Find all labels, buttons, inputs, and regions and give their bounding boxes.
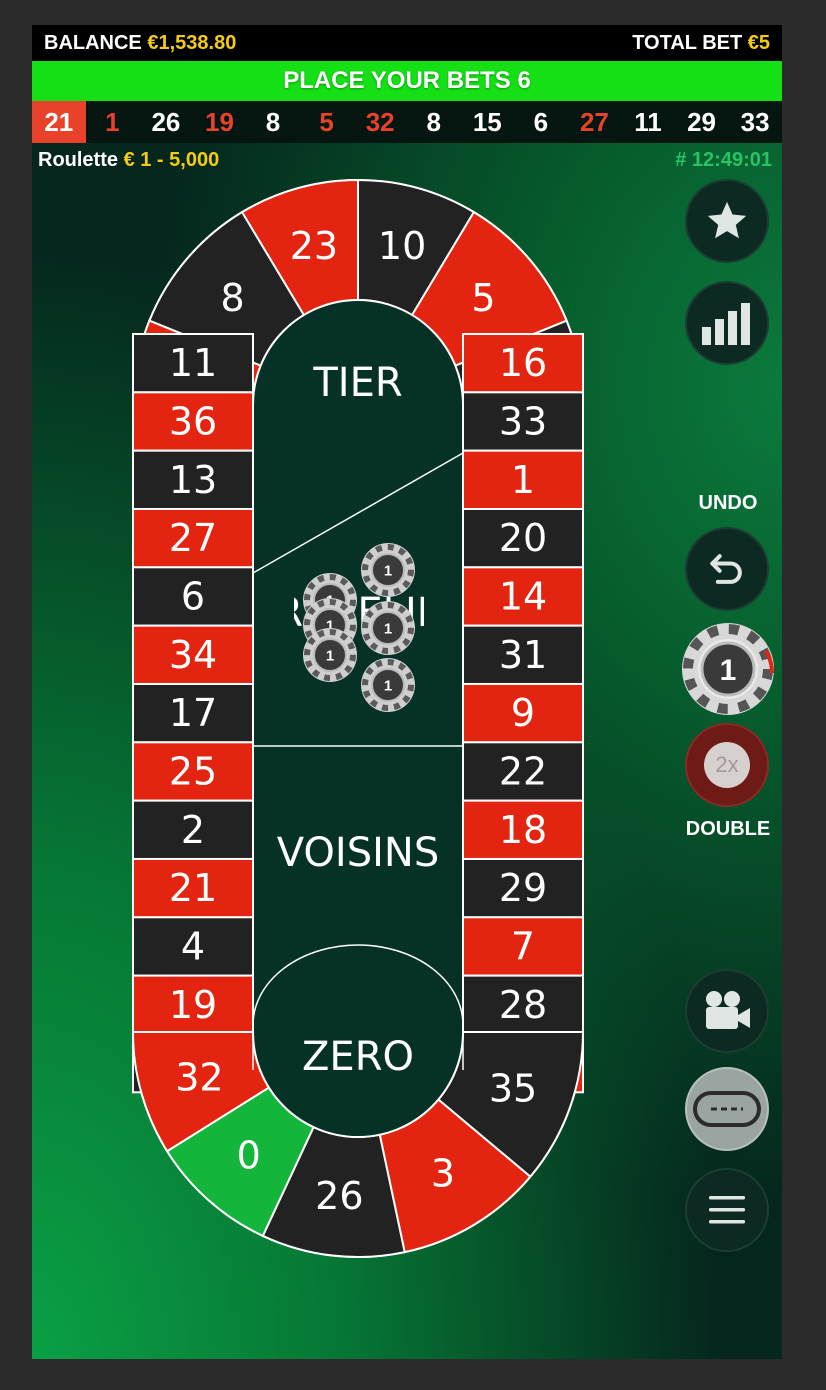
racetrack-number[interactable]: 17	[169, 691, 217, 735]
racetrack-number[interactable]: 8	[220, 276, 244, 320]
racetrack-number[interactable]: 29	[499, 866, 547, 910]
undo-button[interactable]	[685, 527, 769, 611]
section-voisins[interactable]: VOISINS	[277, 830, 439, 876]
racetrack-number[interactable]: 9	[511, 691, 535, 735]
racetrack-number[interactable]: 11	[169, 341, 217, 385]
racetrack-number[interactable]: 28	[499, 983, 547, 1027]
racetrack-number[interactable]: 26	[315, 1174, 363, 1218]
racetrack-number[interactable]: 0	[237, 1134, 261, 1178]
chip-value: 1	[720, 654, 737, 687]
racetrack-inner	[252, 299, 464, 1138]
racetrack-number[interactable]: 18	[499, 808, 547, 852]
racetrack: 8231053011361327634172522141915241633120…	[131, 178, 585, 1258]
racetrack-number[interactable]: 6	[181, 574, 205, 618]
racetrack-toggle-button[interactable]	[685, 1067, 769, 1151]
menu-button[interactable]	[685, 1168, 769, 1252]
chip-icon: 1	[682, 623, 775, 715]
racetrack-number[interactable]: 34	[169, 633, 217, 677]
racetrack-number[interactable]: 20	[499, 516, 547, 560]
racetrack-number[interactable]: 36	[169, 399, 217, 443]
racetrack-number[interactable]: 2	[181, 808, 205, 852]
placed-chip-value: 1	[384, 621, 392, 638]
racetrack-number[interactable]: 31	[499, 633, 547, 677]
video-button[interactable]	[685, 969, 769, 1053]
racetrack-number[interactable]: 7	[511, 924, 535, 968]
game-frame: BALANCE €1,538.80 TOTAL BET €5 PLACE YOU…	[32, 25, 782, 1359]
placed-chip[interactable]: 1	[361, 601, 415, 655]
star-icon	[707, 201, 747, 239]
racetrack-number[interactable]: 27	[169, 516, 217, 560]
undo-icon	[710, 554, 742, 584]
racetrack-number[interactable]: 21	[169, 866, 217, 910]
menu-icon	[709, 1196, 745, 1224]
racetrack-icon	[693, 1091, 761, 1127]
placed-chip-value: 1	[384, 678, 392, 695]
racetrack-number[interactable]: 16	[499, 341, 547, 385]
racetrack-number[interactable]: 19	[169, 983, 217, 1027]
racetrack-number[interactable]: 25	[169, 749, 217, 793]
placed-chip-value: 1	[326, 648, 334, 665]
double-badge: 2x	[704, 742, 750, 788]
double-label: DOUBLE	[685, 818, 771, 840]
video-camera-icon	[706, 991, 750, 1029]
placed-chip-value: 1	[384, 563, 392, 580]
double-button[interactable]: 2x	[685, 723, 769, 807]
racetrack-number[interactable]: 23	[290, 224, 338, 268]
placed-chip[interactable]: 1	[361, 543, 415, 597]
placed-chip[interactable]: 1	[303, 628, 357, 682]
racetrack-number[interactable]: 4	[181, 924, 205, 968]
racetrack-number[interactable]: 13	[169, 458, 217, 502]
racetrack-number[interactable]: 1	[511, 458, 535, 502]
undo-label: UNDO	[698, 492, 758, 514]
racetrack-number[interactable]: 14	[499, 574, 547, 618]
bar-chart-icon	[702, 303, 750, 345]
racetrack-number[interactable]: 10	[378, 224, 426, 268]
racetrack-number[interactable]: 5	[471, 276, 495, 320]
section-tier[interactable]: TIER	[312, 360, 402, 406]
racetrack-number[interactable]: 22	[499, 749, 547, 793]
racetrack-number[interactable]: 3	[431, 1151, 455, 1195]
placed-chip[interactable]: 1	[361, 658, 415, 712]
favorites-button[interactable]	[685, 179, 769, 263]
racetrack-number[interactable]: 35	[489, 1066, 537, 1110]
chip-selector[interactable]: 1	[680, 621, 776, 717]
racetrack-number[interactable]: 32	[175, 1055, 223, 1099]
statistics-button[interactable]	[685, 281, 769, 365]
racetrack-number[interactable]: 33	[499, 399, 547, 443]
section-zero[interactable]: ZERO	[302, 1034, 414, 1080]
